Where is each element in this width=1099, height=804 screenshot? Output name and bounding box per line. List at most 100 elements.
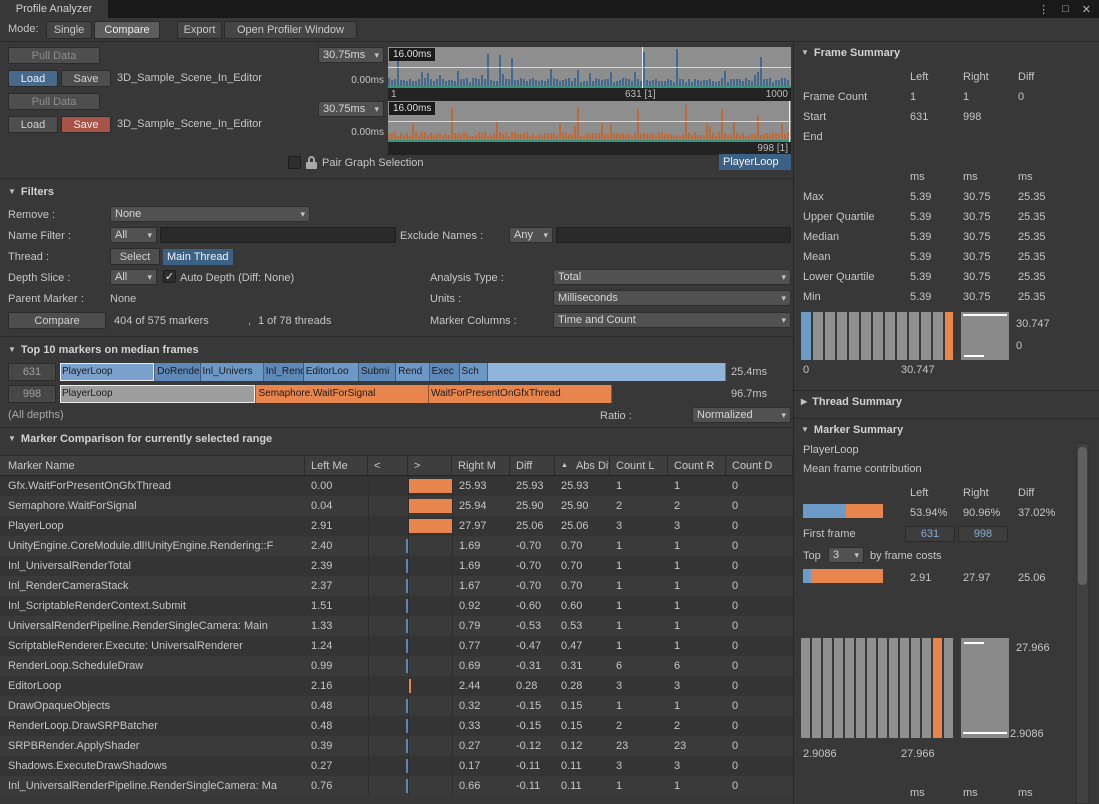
open-profiler-button[interactable]: Open Profiler Window bbox=[224, 21, 357, 39]
left-frame-time-graph[interactable]: 16.00ms bbox=[388, 47, 791, 88]
col-diff[interactable]: Diff bbox=[510, 456, 555, 475]
pull-data-right-button[interactable]: Pull Data bbox=[8, 93, 100, 110]
top-graph-scale-dropdown[interactable]: 30.75ms▾ bbox=[318, 47, 384, 63]
table-row[interactable]: Inl_ScriptableRenderContext.Submit1.510.… bbox=[0, 596, 793, 616]
analysis-type-dropdown[interactable]: Total▾ bbox=[553, 269, 791, 285]
table-row[interactable]: Semaphore.WaitForSignal0.0425.9425.9025.… bbox=[0, 496, 793, 516]
name-filter-input[interactable] bbox=[160, 227, 396, 243]
table-row[interactable]: DrawOpaqueObjects0.480.32-0.150.15110 bbox=[0, 696, 793, 716]
table-row[interactable]: UniversalRenderPipeline.RenderSingleCame… bbox=[0, 616, 793, 636]
marker-summary-header[interactable]: ▼Marker Summary bbox=[801, 424, 903, 436]
frame-bar bbox=[556, 79, 558, 86]
top10-segment[interactable]: EditorLoo bbox=[304, 363, 359, 381]
scrollbar-thumb[interactable] bbox=[1078, 447, 1087, 585]
frame-bar bbox=[511, 58, 513, 86]
exclude-names-input[interactable] bbox=[556, 227, 791, 243]
first-frame-right-button[interactable]: 998 bbox=[958, 526, 1008, 542]
pair-graph-checkbox[interactable] bbox=[288, 156, 301, 169]
top10-segment[interactable]: Submi bbox=[359, 363, 396, 381]
marker-columns-dropdown[interactable]: Time and Count▾ bbox=[553, 312, 791, 328]
frame-bar bbox=[709, 126, 711, 140]
top10-segment[interactable]: Semaphore.WaitForSignal bbox=[256, 385, 428, 403]
selected-marker-tag[interactable]: PlayerLoop bbox=[719, 154, 791, 170]
units-dropdown[interactable]: Milliseconds▾ bbox=[553, 290, 791, 306]
table-row[interactable]: Shadows.ExecuteDrawShadows0.270.17-0.110… bbox=[0, 756, 793, 776]
frame-bar bbox=[460, 79, 462, 86]
remove-dropdown[interactable]: None▾ bbox=[110, 206, 310, 222]
table-row[interactable]: Inl_RenderCameraStack2.371.67-0.700.7011… bbox=[0, 576, 793, 596]
save-right-button[interactable]: Save bbox=[61, 116, 111, 133]
col-left-median[interactable]: Left Me bbox=[305, 456, 368, 475]
filters-header[interactable]: ▼Filters bbox=[8, 186, 54, 198]
top10-segment[interactable] bbox=[488, 363, 726, 381]
top10-segment[interactable]: DoRenderl bbox=[155, 363, 200, 381]
frame-bar bbox=[487, 54, 489, 87]
first-frame-left-button[interactable]: 631 bbox=[905, 526, 955, 542]
right-frame-time-graph[interactable]: 16.00ms bbox=[388, 101, 791, 142]
table-row[interactable]: Inl_UniversalRenderPipeline.RenderSingle… bbox=[0, 776, 793, 796]
table-row[interactable]: Inl_UniversalRenderTotal2.391.69-0.700.7… bbox=[0, 556, 793, 576]
exclude-mode-dropdown[interactable]: Any▾ bbox=[509, 227, 553, 243]
frame-summary-header[interactable]: ▼Frame Summary bbox=[801, 47, 900, 59]
frame-bar bbox=[532, 78, 534, 86]
tab-compare[interactable]: Compare bbox=[94, 21, 160, 39]
col-count-left[interactable]: Count L bbox=[610, 456, 668, 475]
all-depths-label: (All depths) bbox=[8, 409, 64, 421]
load-left-button[interactable]: Load bbox=[8, 70, 58, 87]
frame-button-left[interactable]: 631 bbox=[8, 363, 56, 381]
col-abs-diff[interactable]: ▲Abs Diff bbox=[555, 456, 610, 475]
close-icon[interactable]: ✕ bbox=[1082, 3, 1091, 16]
tab-single[interactable]: Single bbox=[46, 21, 92, 39]
bottom-graph-scale-dropdown[interactable]: 30.75ms▾ bbox=[318, 101, 384, 117]
top10-segment[interactable]: PlayerLoop bbox=[60, 363, 155, 381]
table-row[interactable]: PlayerLoop2.9127.9725.0625.06330 bbox=[0, 516, 793, 536]
thread-tag[interactable]: Main Thread bbox=[163, 249, 233, 265]
ratio-dropdown[interactable]: Normalized▾ bbox=[692, 407, 791, 423]
col-right-bar[interactable]: > bbox=[408, 456, 452, 475]
table-row[interactable]: UnityEngine.CoreModule.dll!UnityEngine.R… bbox=[0, 536, 793, 556]
export-button[interactable]: Export bbox=[177, 21, 222, 39]
thread-select-button[interactable]: Select bbox=[110, 248, 160, 265]
col-count-right[interactable]: Count R bbox=[668, 456, 726, 475]
table-row[interactable]: SRPBRender.ApplyShader0.390.27-0.120.122… bbox=[0, 736, 793, 756]
thread-summary-header[interactable]: ▶Thread Summary bbox=[801, 396, 902, 408]
col-marker-name[interactable]: Marker Name bbox=[0, 456, 305, 475]
frame-summary-histogram[interactable] bbox=[801, 312, 953, 360]
top10-segment[interactable]: Sch bbox=[460, 363, 488, 381]
frame-bar bbox=[514, 132, 516, 140]
dropdown-arrow-icon: ▾ bbox=[300, 209, 305, 220]
table-row[interactable]: RenderLoop.ScheduleDraw0.990.69-0.310.31… bbox=[0, 656, 793, 676]
window-tab[interactable]: Profile Analyzer bbox=[0, 0, 108, 18]
load-right-button[interactable]: Load bbox=[8, 116, 58, 133]
col-left-bar[interactable]: < bbox=[368, 456, 408, 475]
pull-data-left-button[interactable]: Pull Data bbox=[8, 47, 100, 64]
top10-segment[interactable]: Inl_Render bbox=[264, 363, 304, 381]
top-n-dropdown[interactable]: 3▾ bbox=[828, 547, 864, 563]
frame-bar bbox=[481, 133, 483, 140]
top10-segment[interactable]: Inl_Univers bbox=[201, 363, 264, 381]
top10-header[interactable]: ▼Top 10 markers on median frames bbox=[8, 344, 199, 356]
table-row[interactable]: ScriptableRenderer.Execute: UniversalRen… bbox=[0, 636, 793, 656]
table-row[interactable]: Gfx.WaitForPresentOnGfxThread0.0025.9325… bbox=[0, 476, 793, 496]
marker-comparison-header[interactable]: ▼Marker Comparison for currently selecte… bbox=[8, 433, 272, 445]
frame-bar bbox=[400, 133, 402, 140]
col-right-median[interactable]: Right M bbox=[452, 456, 510, 475]
kebab-menu-icon[interactable]: ⋮ bbox=[1038, 3, 1049, 16]
table-row[interactable]: RenderLoop.DrawSRPBatcher0.480.33-0.150.… bbox=[0, 716, 793, 736]
table-row[interactable]: EditorLoop2.162.440.280.28330 bbox=[0, 676, 793, 696]
depth-slice-dropdown[interactable]: All▾ bbox=[110, 269, 157, 285]
marker-summary-histogram[interactable] bbox=[801, 638, 953, 738]
dropdown-arrow-icon: ▾ bbox=[374, 104, 379, 115]
top10-segment[interactable]: Rend bbox=[396, 363, 429, 381]
top10-segment[interactable]: WaitForPresentOnGfxThread bbox=[429, 385, 612, 403]
auto-depth-checkbox[interactable]: ✓ bbox=[163, 270, 176, 283]
maximize-icon[interactable]: □ bbox=[1062, 3, 1069, 15]
compare-button[interactable]: Compare bbox=[8, 312, 106, 329]
frame-button-right[interactable]: 998 bbox=[8, 385, 56, 403]
name-filter-mode-dropdown[interactable]: All▾ bbox=[110, 227, 157, 243]
save-left-button[interactable]: Save bbox=[61, 70, 111, 87]
top10-segment[interactable]: Exec bbox=[430, 363, 460, 381]
col-count-diff[interactable]: Count D bbox=[726, 456, 793, 475]
top10-segment[interactable]: PlayerLoop bbox=[60, 385, 256, 403]
right-dataset-name: 3D_Sample_Scene_In_Editor bbox=[117, 118, 262, 130]
